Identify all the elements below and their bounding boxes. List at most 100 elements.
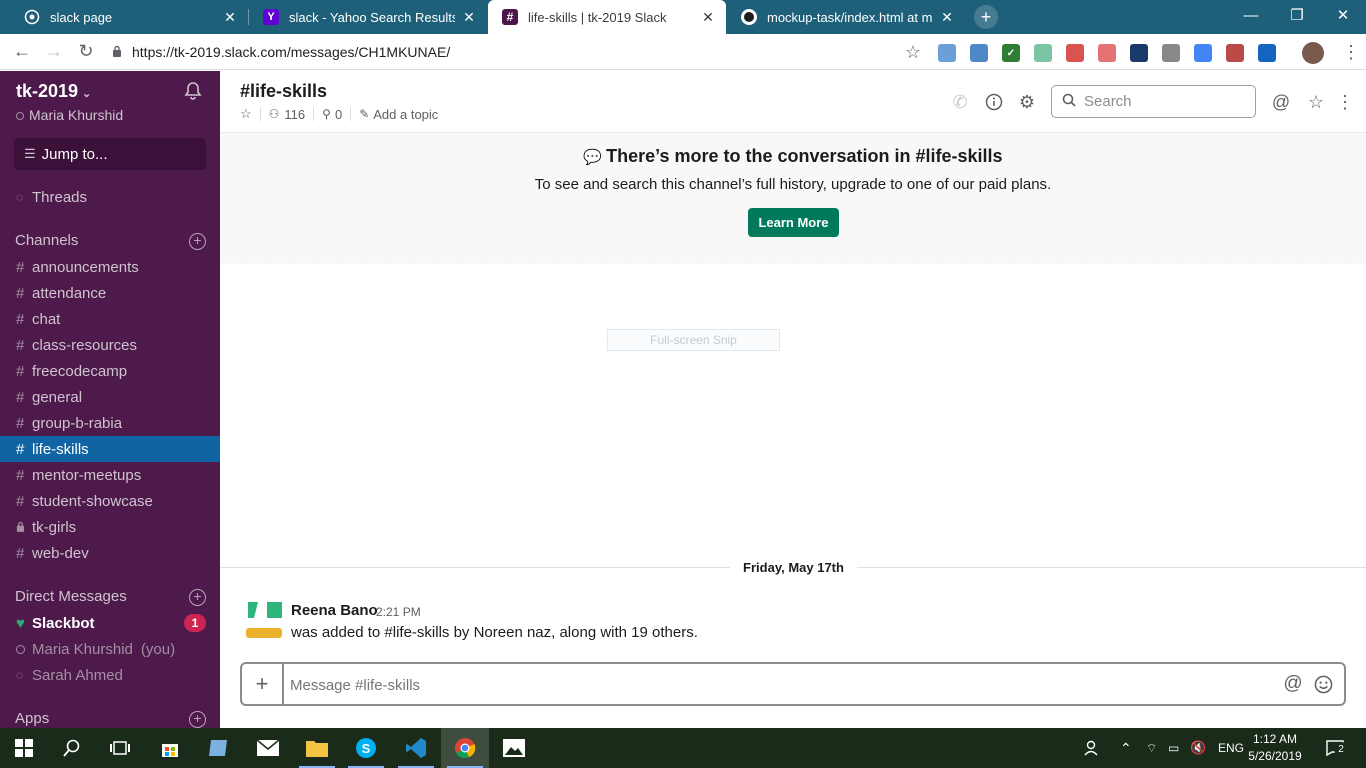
windows-start-icon[interactable] — [0, 728, 48, 768]
close-window-button[interactable]: ✕ — [1320, 0, 1366, 30]
sidebar-item-class-resources[interactable]: # class-resources — [0, 332, 220, 358]
browser-tab-yahoo[interactable]: Y slack - Yahoo Search Results ✕ — [249, 0, 487, 34]
new-tab-button[interactable]: + — [974, 5, 998, 29]
more-actions-icon[interactable]: ⋮ — [1333, 90, 1357, 114]
close-tab-icon[interactable]: ✕ — [939, 9, 955, 26]
mention-at-icon[interactable]: @ — [1282, 673, 1304, 695]
extension-icon[interactable] — [1066, 44, 1084, 62]
add-attachment-button[interactable]: + — [242, 664, 284, 704]
extension-icon[interactable] — [1162, 44, 1180, 62]
sidebar-item-life-skills[interactable]: # life-skills — [0, 436, 220, 462]
star-channel-icon[interactable]: ☆ — [240, 106, 261, 121]
member-count-button[interactable]: ⚇ 116 — [261, 107, 315, 122]
reload-icon[interactable]: ↻ — [71, 37, 101, 67]
add-app-icon[interactable]: + — [189, 711, 206, 728]
app-icon[interactable] — [194, 728, 242, 768]
battery-icon[interactable]: ▭ — [1168, 728, 1179, 768]
banner-title-text: There’s more to the conversation in #lif… — [606, 146, 1003, 166]
channels-heading[interactable]: Channels — [15, 232, 78, 249]
sidebar-item-attendance[interactable]: # attendance — [0, 280, 220, 306]
sidebar-item-student-showcase[interactable]: # student-showcase — [0, 488, 220, 514]
jump-to-button[interactable]: ☰ Jump to... — [14, 138, 206, 170]
search-input[interactable]: Search — [1051, 85, 1256, 118]
search-icon[interactable] — [48, 728, 96, 768]
member-icon: ⚇ — [268, 107, 280, 121]
direct-messages-heading[interactable]: Direct Messages — [15, 588, 127, 605]
add-topic-button[interactable]: ✎ Add a topic — [351, 107, 446, 122]
away-status-icon — [16, 112, 24, 120]
hash-icon: # — [16, 388, 25, 406]
sidebar-item-chat[interactable]: # chat — [0, 306, 220, 332]
vscode-icon[interactable] — [392, 728, 440, 768]
extension-icon[interactable] — [1226, 44, 1244, 62]
message-author[interactable]: Reena Bano — [291, 602, 378, 619]
message-input[interactable] — [290, 674, 1270, 696]
taskbar-clock[interactable]: 1:12 AM 5/26/2019 — [1244, 731, 1306, 765]
forward-arrow-icon[interactable]: → — [39, 37, 69, 67]
extension-icon[interactable] — [970, 44, 988, 62]
date-divider[interactable]: Friday, May 17th — [730, 558, 857, 578]
photos-icon[interactable] — [490, 728, 538, 768]
extension-icon[interactable] — [1258, 44, 1276, 62]
sidebar-item-announcements[interactable]: # announcements — [0, 254, 220, 280]
extension-icon[interactable] — [938, 44, 956, 62]
extension-icon[interactable] — [1130, 44, 1148, 62]
apps-heading[interactable]: Apps — [15, 710, 49, 727]
sidebar-item-mentor-meetups[interactable]: # mentor-meetups — [0, 462, 220, 488]
phone-call-icon[interactable]: ✆ — [948, 90, 972, 114]
upgrade-banner: 💬 There’s more to the conversation in #li… — [220, 133, 1366, 261]
store-icon[interactable] — [146, 728, 194, 768]
mail-icon[interactable] — [244, 728, 292, 768]
minimize-window-button[interactable]: — — [1228, 0, 1274, 30]
sidebar-item-threads[interactable]: ◌ Threads — [0, 184, 220, 210]
volume-muted-icon[interactable]: 🔇 — [1190, 728, 1206, 768]
sidebar-item-group-b-rabia[interactable]: # group-b-rabia — [0, 410, 220, 436]
channel-title[interactable]: #life-skills — [240, 81, 327, 102]
browser-menu-icon[interactable]: ⋮ — [1336, 37, 1366, 67]
extension-icon[interactable] — [1034, 44, 1052, 62]
mentions-at-icon[interactable]: @ — [1269, 90, 1293, 114]
restore-window-button[interactable]: ❐ — [1274, 0, 1320, 30]
sidebar-item-tk-girls[interactable]: tk-girls — [0, 514, 220, 540]
show-hidden-icons-chevron-icon[interactable]: ⌃ — [1120, 728, 1132, 768]
extension-icon[interactable] — [1098, 44, 1116, 62]
notifications-bell-icon[interactable] — [184, 81, 204, 103]
sidebar-item-web-dev[interactable]: # web-dev — [0, 540, 220, 566]
close-tab-icon[interactable]: ✕ — [461, 9, 477, 26]
workspace-name[interactable]: tk-2019 ⌄ — [16, 81, 91, 102]
emoji-icon[interactable] — [1312, 673, 1334, 695]
settings-gear-icon[interactable]: ⚙ — [1015, 90, 1039, 114]
file-explorer-icon[interactable] — [293, 728, 341, 768]
people-icon[interactable] — [1084, 728, 1102, 768]
browser-tab-slack-active[interactable]: # life-skills | tk-2019 Slack ✕ — [488, 0, 726, 34]
address-bar[interactable]: https://tk-2019.slack.com/messages/CH1MK… — [112, 38, 922, 66]
hash-icon: # — [16, 414, 25, 432]
close-tab-icon[interactable]: ✕ — [222, 9, 238, 26]
extension-icon[interactable]: ✓ — [1002, 44, 1020, 62]
chrome-icon[interactable] — [441, 728, 489, 768]
close-tab-icon[interactable]: ✕ — [700, 9, 716, 26]
add-direct-message-icon[interactable]: + — [189, 589, 206, 606]
sidebar-item-sarah-ahmed[interactable]: ◌ Sarah Ahmed — [0, 662, 220, 688]
skype-icon[interactable]: S — [342, 728, 390, 768]
sidebar-item-general[interactable]: # general — [0, 384, 220, 410]
slack-sidebar: tk-2019 ⌄ Maria Khurshid ☰ Jump to... ◌ T… — [0, 71, 220, 728]
sidebar-item-maria-khurshid[interactable]: Maria Khurshid (you) — [0, 636, 220, 662]
language-indicator[interactable]: ENG — [1218, 728, 1244, 768]
profile-avatar[interactable] — [1302, 42, 1324, 64]
message-timestamp[interactable]: 2:21 PM — [376, 605, 421, 619]
add-channel-icon[interactable]: + — [189, 233, 206, 250]
back-arrow-icon[interactable]: ← — [7, 37, 37, 67]
starred-items-icon[interactable]: ☆ — [1304, 90, 1328, 114]
sidebar-item-freecodecamp[interactable]: # freecodecamp — [0, 358, 220, 384]
browser-tab-github[interactable]: mockup-task/index.html at maste ✕ — [727, 0, 965, 34]
bookmark-star-icon[interactable]: ☆ — [898, 37, 928, 67]
avatar[interactable] — [246, 602, 282, 638]
channel-details-icon[interactable] — [982, 90, 1006, 114]
task-view-icon[interactable] — [96, 728, 144, 768]
browser-tab-slack-page[interactable]: slack page ✕ — [10, 0, 248, 34]
pinned-count-button[interactable]: ⚲ 0 — [314, 107, 352, 122]
network-icon[interactable]: ⌔ — [1146, 728, 1157, 768]
extension-icon[interactable] — [1194, 44, 1212, 62]
learn-more-button[interactable]: Learn More — [748, 208, 839, 237]
